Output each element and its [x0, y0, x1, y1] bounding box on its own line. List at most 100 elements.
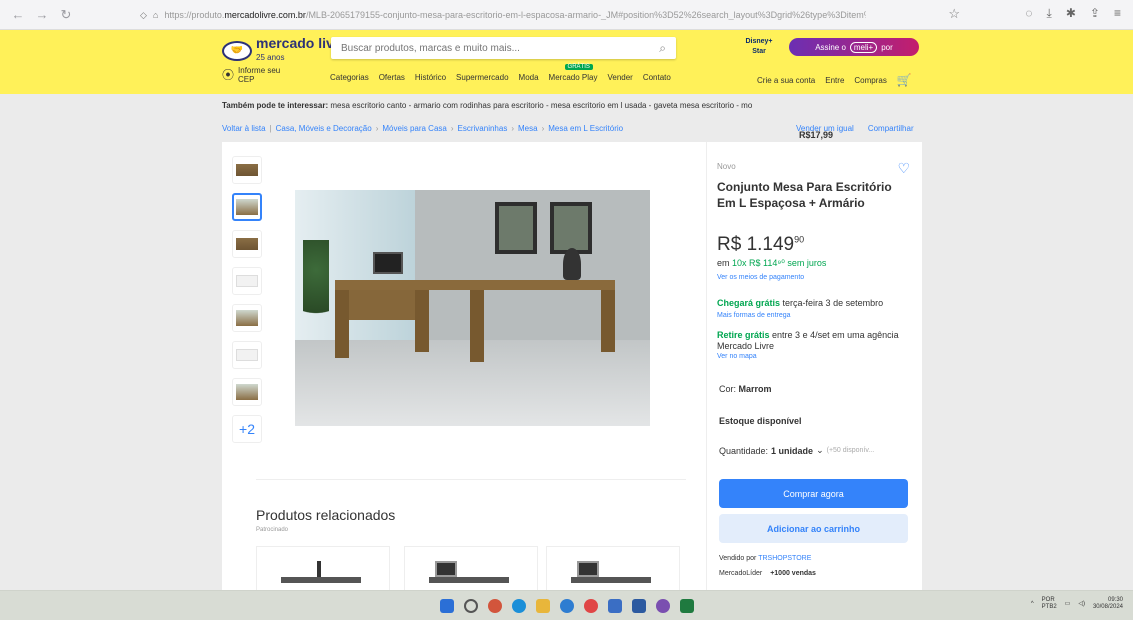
breadcrumb-separator: › — [375, 124, 379, 133]
buy-now-button[interactable]: Comprar agora — [719, 479, 908, 508]
thumbnail[interactable] — [232, 378, 262, 406]
thumbnail-image — [236, 275, 258, 287]
nav-categorias[interactable]: Categorias — [330, 73, 369, 82]
seller-prefix: Vendido por — [719, 555, 757, 562]
app-icon[interactable] — [607, 598, 622, 613]
purchases-link[interactable]: Compras — [854, 76, 886, 85]
extensions-icon[interactable]: ✱ — [1066, 6, 1076, 21]
suggestions-links[interactable]: mesa escritorio canto - armario com rodi… — [330, 101, 752, 110]
favorite-heart-icon[interactable]: ♡ — [897, 160, 910, 177]
nav-moda[interactable]: Moda — [519, 73, 539, 82]
cart-icon[interactable]: 🛒 — [897, 73, 912, 87]
thumbnail-image — [236, 349, 258, 361]
payment-methods-link[interactable]: Ver os meios de pagamento — [717, 274, 804, 281]
thumbnail[interactable] — [232, 230, 262, 258]
back-to-list-link[interactable]: Voltar à lista — [222, 124, 266, 133]
network-icon[interactable]: ▭ — [1065, 601, 1071, 608]
forward-icon[interactable]: → — [32, 7, 52, 23]
cep-location[interactable]: ⦿ Informe seu CEP — [222, 66, 280, 84]
nav-ofertas[interactable]: Ofertas — [379, 73, 405, 82]
thumbnail-active[interactable] — [232, 193, 262, 221]
meli-price-prefix: por — [881, 42, 893, 52]
shipping-options-link[interactable]: Mais formas de entrega — [717, 312, 791, 319]
share-link[interactable]: Compartilhar — [868, 124, 914, 133]
seller-link[interactable]: TRSHOPSTORE — [758, 555, 811, 562]
image-plant — [303, 240, 329, 340]
outlook-icon[interactable] — [631, 598, 646, 613]
url-prefix: https://produto. — [164, 10, 225, 20]
thumbnail[interactable] — [232, 267, 262, 295]
related-product-card[interactable] — [256, 546, 390, 592]
meli-label: Assine o — [815, 42, 846, 52]
image-desk-leg — [415, 290, 429, 352]
login-link[interactable]: Entre — [825, 76, 844, 85]
language-indicator[interactable]: POR PTB2 — [1042, 597, 1057, 611]
bookmark-star-icon[interactable]: ☆ — [948, 6, 960, 22]
add-to-cart-button[interactable]: Adicionar ao carrinho — [719, 514, 908, 543]
thumbnail-image — [236, 310, 258, 326]
app-icon[interactable] — [583, 598, 598, 613]
breadcrumb-item[interactable]: Escrivaninhas — [458, 124, 508, 133]
thumbnail[interactable] — [232, 156, 262, 184]
nav-mercado-play[interactable]: GRÁTIS Mercado Play — [549, 64, 597, 82]
address-bar[interactable]: ◇ ⌂ https://produto. mercadolivre.com.br /… — [140, 5, 960, 25]
site-header: 🤝 mercado livre25 anos ⌕ Disney+ Star As… — [0, 30, 1133, 140]
sell-similar-link[interactable]: Vender um igual — [796, 124, 854, 133]
breadcrumb-item[interactable]: Mesa em L Escritório — [548, 124, 623, 133]
search-input[interactable] — [341, 42, 660, 54]
quantity-selector[interactable]: Quantidade: 1 unidade ⌄ (+50 disponív... — [719, 445, 874, 456]
logo[interactable]: 🤝 mercado livre 25 anos — [222, 36, 347, 64]
quantity-available: (+50 disponív... — [826, 447, 875, 454]
breadcrumb-item[interactable]: Casa, Móveis e Decoração — [276, 124, 372, 133]
thumbnail-list: +2 — [232, 156, 262, 443]
create-account-link[interactable]: Crie a sua conta — [757, 76, 815, 85]
app-icon[interactable] — [559, 598, 574, 613]
reload-icon[interactable]: ↻ — [56, 7, 76, 23]
location-pin-icon: ⦿ — [222, 67, 235, 82]
breadcrumb-item[interactable]: Mesa — [518, 124, 538, 133]
share-icon[interactable]: ⇪ — [1090, 6, 1100, 21]
more-thumbnails-button[interactable]: +2 — [232, 415, 262, 443]
shipping-date: terça-feira 3 de setembro — [782, 298, 884, 308]
windows-start-icon[interactable] — [439, 598, 454, 613]
breadcrumb-item[interactable]: Móveis para Casa — [382, 124, 446, 133]
thumbnail[interactable] — [232, 304, 262, 332]
related-product-card[interactable] — [404, 546, 538, 592]
download-icon[interactable]: ⤓ — [1047, 6, 1052, 21]
nav-contato[interactable]: Contato — [643, 73, 671, 82]
thumbnail-image — [236, 164, 258, 176]
chrome-icon[interactable] — [487, 598, 502, 613]
menu-icon[interactable]: ≡ — [1114, 6, 1121, 21]
meli-plus-banner[interactable]: Assine o meli+ por R$17,99 — [789, 38, 919, 140]
nav-vender[interactable]: Vender — [607, 73, 632, 82]
search-bar: ⌕ — [331, 37, 676, 59]
breadcrumb-separator: › — [511, 124, 515, 133]
disney-plus-logo[interactable]: Disney+ Star — [744, 37, 774, 59]
language-code: POR — [1041, 597, 1055, 603]
search-icon[interactable] — [463, 598, 478, 613]
quantity-value: 1 unidade — [771, 445, 814, 456]
color-selector[interactable]: Cor: Marrom — [719, 384, 772, 394]
search-icon[interactable]: ⌕ — [659, 41, 666, 56]
nav-supermercado[interactable]: Supermercado — [456, 73, 508, 82]
breadcrumb-separator: | — [269, 124, 272, 133]
main-product-image[interactable] — [295, 190, 650, 426]
pocket-icon[interactable]: ◌ — [1025, 6, 1032, 21]
clock[interactable]: 09:30 30/08/2024 — [1093, 597, 1123, 611]
seller-level: MercadoLíder — [719, 570, 763, 577]
image-desk-leg — [335, 290, 349, 358]
related-product-card[interactable] — [546, 546, 680, 592]
volume-icon[interactable]: ◁) — [1078, 601, 1085, 608]
firefox-icon[interactable] — [655, 598, 670, 613]
edge-icon[interactable] — [511, 598, 526, 613]
file-explorer-icon[interactable] — [535, 598, 550, 613]
excel-icon[interactable] — [679, 598, 694, 613]
image-frame — [495, 202, 537, 254]
nav-historico[interactable]: Histórico — [415, 73, 446, 82]
image-frame — [550, 202, 592, 254]
map-link[interactable]: Ver no mapa — [717, 353, 757, 360]
thumbnail[interactable] — [232, 341, 262, 369]
back-icon[interactable]: ← — [8, 7, 28, 23]
chevron-up-icon[interactable]: ^ — [1031, 601, 1034, 608]
related-searches: Também pode te interessar: mesa escritor… — [222, 101, 922, 110]
